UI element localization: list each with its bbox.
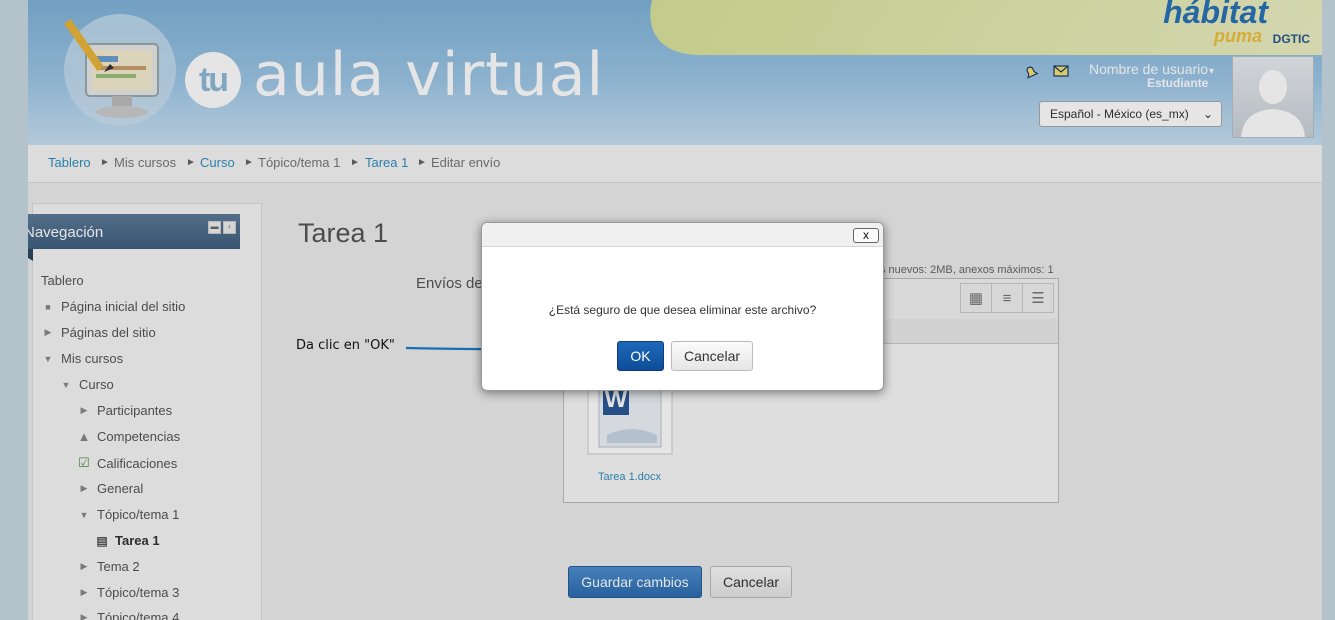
- annotation-text: Da clic en "OK": [296, 338, 395, 353]
- confirm-dialog: x ¿Está seguro de que desea eliminar est…: [481, 222, 884, 391]
- dialog-message: ¿Está seguro de que desea eliminar este …: [548, 303, 817, 317]
- close-icon[interactable]: x: [853, 228, 879, 243]
- dialog-header: x: [482, 223, 883, 247]
- ok-button[interactable]: OK: [617, 341, 664, 371]
- dialog-cancel-button[interactable]: Cancelar: [671, 341, 753, 371]
